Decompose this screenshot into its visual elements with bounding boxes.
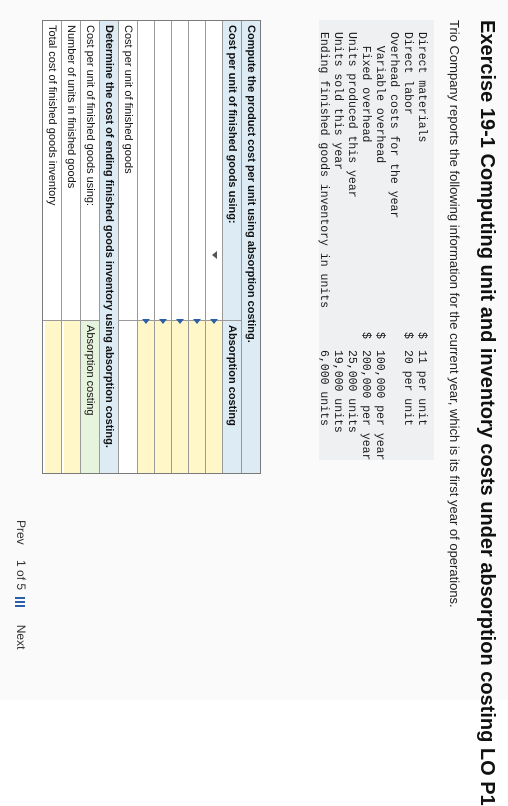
- cost-item-select[interactable]: [138, 21, 154, 324]
- table-row: Cost per unit of finished goods: [118, 21, 137, 473]
- info-row: Direct labor $20 per unit: [401, 32, 414, 426]
- exercise-title: Exercise 19-1 Computing unit and invento…: [476, 20, 498, 806]
- intro-text: Trio Company reports the following infor…: [447, 20, 462, 608]
- table-subheader: Cost per unit of finished goods using: A…: [222, 21, 241, 473]
- table-row: [171, 21, 188, 473]
- info-row: Units sold this year 19,000 units: [331, 32, 344, 433]
- info-row: Units produced this year 25,000 units: [345, 32, 358, 433]
- table-row: [188, 21, 205, 473]
- info-row: Ending finished goods inventory in units…: [317, 32, 330, 426]
- table-row: Number of units in finished goods: [61, 21, 80, 473]
- next-button[interactable]: Next: [14, 625, 28, 650]
- cost-amount-input[interactable]: [138, 321, 154, 473]
- answer-table: Compute the product cost per unit using …: [42, 20, 261, 474]
- cost-amount-input[interactable]: [172, 321, 188, 473]
- arrow-right-icon: [176, 319, 184, 324]
- cost-amount-input[interactable]: [155, 321, 171, 473]
- table-header: Compute the product cost per unit using …: [241, 21, 260, 473]
- cost-amount-input[interactable]: [189, 321, 205, 473]
- cost-item-select[interactable]: [172, 21, 188, 324]
- info-row: Direct materials $11 per unit: [415, 32, 428, 426]
- arrow-right-icon: [193, 319, 201, 324]
- total-inventory-input[interactable]: [45, 321, 61, 473]
- arrow-right-icon: [159, 319, 167, 324]
- page-indicator: 1 of 5: [14, 560, 28, 591]
- info-box: Direct materials $11 per unit Direct labo…: [317, 20, 434, 461]
- info-row: Fixed overhead $200,000 per year: [359, 32, 372, 461]
- arrow-right-icon: [210, 319, 218, 324]
- table-row: [205, 21, 222, 473]
- table-row: Total cost of finished goods inventory: [43, 21, 61, 473]
- cost-per-unit-total: [119, 321, 137, 473]
- prev-button[interactable]: Prev: [14, 520, 28, 545]
- cost-item-select[interactable]: [155, 21, 171, 324]
- grid-icon[interactable]: [15, 597, 26, 608]
- info-row: Overhead costs for the year: [387, 32, 400, 219]
- table-row: [137, 21, 154, 473]
- cost-item-select[interactable]: [189, 21, 205, 324]
- table-row: Cost per unit of finished goods using: A…: [80, 21, 99, 473]
- arrow-right-icon: [142, 319, 150, 324]
- info-row: Variable overhead $100,000 per year: [373, 32, 386, 461]
- units-input[interactable]: [64, 321, 80, 473]
- chevron-down-icon: [212, 251, 217, 259]
- cost-amount-input[interactable]: [206, 321, 222, 473]
- table-section-header: Determine the cost of ending finished go…: [99, 21, 118, 473]
- cost-item-select[interactable]: [206, 21, 222, 324]
- pagination: Prev 1 of 5 Next: [14, 520, 28, 649]
- table-row: [154, 21, 171, 473]
- worksheet-page: Exercise 19-1 Computing unit and invento…: [0, 0, 508, 806]
